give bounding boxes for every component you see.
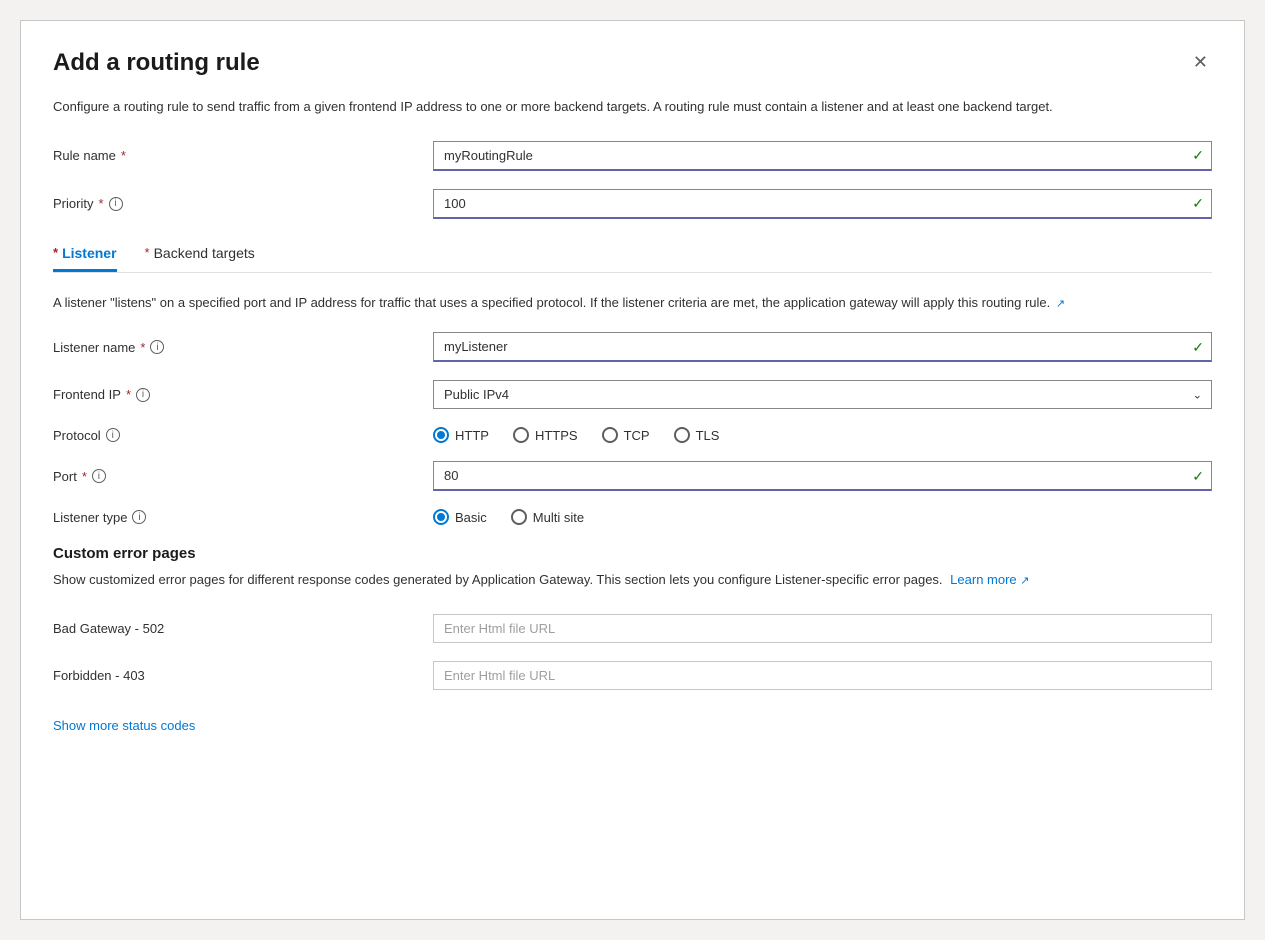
learn-more-external-icon: ↗ xyxy=(1020,575,1029,587)
listener-type-label: Listener type i xyxy=(53,510,433,525)
dialog-title: Add a routing rule xyxy=(53,49,260,77)
rule-name-input-wrapper: ✓ xyxy=(433,141,1212,171)
tab-backend-targets[interactable]: * Backend targets xyxy=(145,237,255,272)
protocol-http-option[interactable]: HTTP xyxy=(433,427,489,443)
listener-type-multisite-radio[interactable] xyxy=(511,509,527,525)
forbidden-input[interactable] xyxy=(433,661,1212,690)
protocol-tcp-label: TCP xyxy=(624,428,650,443)
priority-row: Priority * i ✓ xyxy=(53,189,1212,219)
forbidden-control xyxy=(433,661,1212,690)
protocol-tcp-radio[interactable] xyxy=(602,427,618,443)
listener-name-input[interactable] xyxy=(433,332,1212,362)
listener-type-multisite-label: Multi site xyxy=(533,510,584,525)
listener-external-link[interactable]: ↗ xyxy=(1056,296,1065,313)
tab-listener[interactable]: * Listener xyxy=(53,237,117,272)
protocol-http-radio[interactable] xyxy=(433,427,449,443)
protocol-tls-label: TLS xyxy=(696,428,720,443)
listener-name-input-wrapper: ✓ xyxy=(433,332,1212,362)
backend-tab-required: * xyxy=(145,245,150,260)
priority-label: Priority * i xyxy=(53,196,433,211)
frontend-ip-info-icon[interactable]: i xyxy=(136,388,150,402)
protocol-https-radio[interactable] xyxy=(513,427,529,443)
protocol-tls-radio[interactable] xyxy=(674,427,690,443)
priority-control: ✓ xyxy=(433,189,1212,219)
frontend-ip-row: Frontend IP * i Public IPv4 Private IPv4… xyxy=(53,380,1212,409)
custom-error-section: Custom error pages Show customized error… xyxy=(53,545,1212,735)
listener-name-checkmark: ✓ xyxy=(1192,339,1204,356)
add-routing-rule-dialog: Add a routing rule ✕ Configure a routing… xyxy=(20,20,1245,920)
protocol-https-option[interactable]: HTTPS xyxy=(513,427,578,443)
protocol-row: Protocol i HTTP HTTPS TCP TLS xyxy=(53,427,1212,443)
priority-input-wrapper: ✓ xyxy=(433,189,1212,219)
tabs-container: * Listener * Backend targets xyxy=(53,237,1212,273)
frontend-ip-required: * xyxy=(126,387,131,402)
protocol-control: HTTP HTTPS TCP TLS xyxy=(433,427,1212,443)
listener-type-multisite-option[interactable]: Multi site xyxy=(511,509,584,525)
port-control: ✓ xyxy=(433,461,1212,491)
close-button[interactable]: ✕ xyxy=(1189,49,1212,75)
protocol-tls-option[interactable]: TLS xyxy=(674,427,720,443)
listener-name-info-icon[interactable]: i xyxy=(150,340,164,354)
port-label: Port * i xyxy=(53,469,433,484)
backend-tab-label: Backend targets xyxy=(154,245,255,261)
protocol-tcp-option[interactable]: TCP xyxy=(602,427,650,443)
port-info-icon[interactable]: i xyxy=(92,469,106,483)
protocol-https-label: HTTPS xyxy=(535,428,578,443)
listener-type-control: Basic Multi site xyxy=(433,509,1212,525)
protocol-info-icon[interactable]: i xyxy=(106,428,120,442)
rule-name-input[interactable] xyxy=(433,141,1212,171)
forbidden-label: Forbidden - 403 xyxy=(53,668,433,683)
listener-type-row: Listener type i Basic Multi site xyxy=(53,509,1212,525)
rule-name-required: * xyxy=(121,148,126,163)
listener-type-radio-group: Basic Multi site xyxy=(433,509,1212,525)
port-required: * xyxy=(82,469,87,484)
bad-gateway-row: Bad Gateway - 502 xyxy=(53,614,1212,643)
learn-more-link[interactable]: Learn more ↗ xyxy=(950,572,1029,587)
listener-type-basic-option[interactable]: Basic xyxy=(433,509,487,525)
listener-type-basic-radio[interactable] xyxy=(433,509,449,525)
frontend-ip-label: Frontend IP * i xyxy=(53,387,433,402)
bad-gateway-control xyxy=(433,614,1212,643)
port-checkmark: ✓ xyxy=(1192,468,1204,485)
port-row: Port * i ✓ xyxy=(53,461,1212,491)
dialog-header: Add a routing rule ✕ xyxy=(53,49,1212,77)
forbidden-row: Forbidden - 403 xyxy=(53,661,1212,690)
rule-name-row: Rule name * ✓ xyxy=(53,141,1212,171)
rule-name-label: Rule name * xyxy=(53,148,433,163)
frontend-ip-select-wrapper: Public IPv4 Private IPv4 ⌄ xyxy=(433,380,1212,409)
port-input-wrapper: ✓ xyxy=(433,461,1212,491)
dialog-description: Configure a routing rule to send traffic… xyxy=(53,97,1212,117)
custom-error-title: Custom error pages xyxy=(53,545,1212,562)
listener-tab-label: Listener xyxy=(62,245,116,261)
show-more-status-codes-link[interactable]: Show more status codes xyxy=(53,718,195,733)
custom-error-description: Show customized error pages for differen… xyxy=(53,570,1212,590)
listener-name-row: Listener name * i ✓ xyxy=(53,332,1212,362)
frontend-ip-control: Public IPv4 Private IPv4 ⌄ xyxy=(433,380,1212,409)
listener-description: A listener "listens" on a specified port… xyxy=(53,293,1212,313)
priority-input[interactable] xyxy=(433,189,1212,219)
bad-gateway-input[interactable] xyxy=(433,614,1212,643)
rule-name-control: ✓ xyxy=(433,141,1212,171)
priority-info-icon[interactable]: i xyxy=(109,197,123,211)
listener-name-control: ✓ xyxy=(433,332,1212,362)
bad-gateway-label: Bad Gateway - 502 xyxy=(53,621,433,636)
priority-checkmark: ✓ xyxy=(1192,195,1204,212)
frontend-ip-select[interactable]: Public IPv4 Private IPv4 xyxy=(433,380,1212,409)
protocol-radio-group: HTTP HTTPS TCP TLS xyxy=(433,427,1212,443)
rule-name-checkmark: ✓ xyxy=(1192,147,1204,164)
listener-name-required: * xyxy=(140,340,145,355)
protocol-http-label: HTTP xyxy=(455,428,489,443)
listener-type-basic-label: Basic xyxy=(455,510,487,525)
listener-type-info-icon[interactable]: i xyxy=(132,510,146,524)
listener-tab-required: * xyxy=(53,245,58,260)
protocol-label: Protocol i xyxy=(53,428,433,443)
port-input[interactable] xyxy=(433,461,1212,491)
priority-required: * xyxy=(98,196,103,211)
listener-name-label: Listener name * i xyxy=(53,340,433,355)
